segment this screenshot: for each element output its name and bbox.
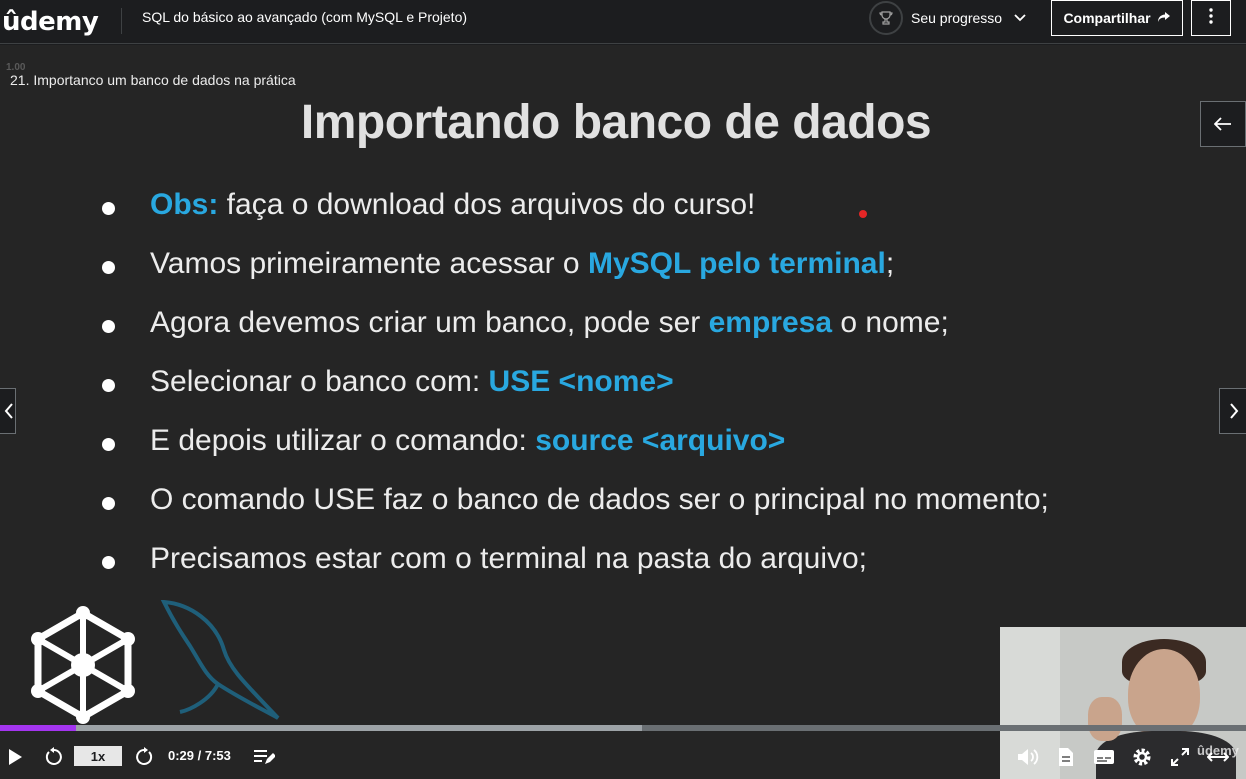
gear-icon[interactable] [1130, 745, 1154, 769]
share-arrow-icon [1157, 10, 1171, 26]
slide-bullet: Vamos primeiramente acessar o MySQL pelo… [100, 244, 1049, 303]
slide-bullet-list: Obs: faça o download dos arquivos do cur… [100, 185, 1049, 598]
trophy-icon [869, 1, 903, 35]
logo-text: ûdemy [2, 7, 99, 37]
chevron-down-icon [1014, 11, 1026, 25]
instructor-hand [1088, 697, 1122, 741]
play-icon[interactable] [4, 746, 26, 768]
rewind-5-icon[interactable] [42, 745, 66, 769]
played-bar [0, 725, 76, 731]
volume-icon[interactable] [1016, 746, 1040, 768]
slide-bullet: E depois utilizar o comando: source <arq… [100, 421, 1049, 480]
lecture-title: 21. Importanco um banco de dados na prát… [10, 72, 296, 88]
share-label: Compartilhar [1063, 10, 1151, 26]
slide-bullet: O comando USE faz o banco de dados ser o… [100, 480, 1049, 539]
kebab-menu-icon [1209, 7, 1213, 29]
fullscreen-icon[interactable] [1168, 745, 1192, 769]
next-lecture-arrow[interactable] [1219, 388, 1246, 434]
slide-bullet: Selecionar o banco com: USE <nome> [100, 362, 1049, 421]
slide-bullet: Obs: faça o download dos arquivos do cur… [100, 185, 1049, 244]
video-progress-bar[interactable] [0, 725, 1246, 731]
header-divider [121, 8, 122, 34]
top-header: ûdemy SQL do básico ao avançado (com MyS… [0, 0, 1246, 44]
playback-speed-button[interactable]: 1x [74, 746, 122, 766]
laser-pointer-dot [859, 210, 867, 218]
progress-dropdown[interactable]: Seu progresso [869, 0, 1026, 36]
time-display: 0:29 / 7:53 [168, 748, 231, 763]
share-button[interactable]: Compartilhar [1051, 0, 1183, 36]
forward-5-icon[interactable] [132, 745, 156, 769]
expand-icon[interactable] [1206, 745, 1230, 769]
slide-bullet: Precisamos estar com o terminal na pasta… [100, 539, 1049, 598]
more-options-button[interactable] [1191, 0, 1231, 36]
mysql-dolphin-logo [160, 599, 290, 730]
udemy-logo[interactable]: ûdemy [0, 0, 99, 44]
transcript-icon[interactable] [1054, 745, 1078, 769]
slide-title: Importando banco de dados [300, 96, 932, 149]
captions-icon[interactable] [1092, 746, 1116, 768]
progress-label: Seu progresso [911, 10, 1003, 26]
hexagon-network-logo [28, 605, 138, 730]
video-player[interactable]: 1.00 21. Importanco um banco de dados na… [0, 45, 1246, 779]
course-title[interactable]: SQL do básico ao avançado (com MySQL e P… [142, 0, 467, 44]
previous-lecture-arrow[interactable] [0, 388, 16, 434]
player-controls: 1x 0:29 / 7:53 [0, 737, 1246, 779]
add-note-icon[interactable] [252, 746, 276, 768]
buffered-bar [0, 725, 642, 731]
arrow-left-icon[interactable] [1200, 101, 1246, 147]
slide-bullet: Agora devemos criar um banco, pode ser e… [100, 303, 1049, 362]
